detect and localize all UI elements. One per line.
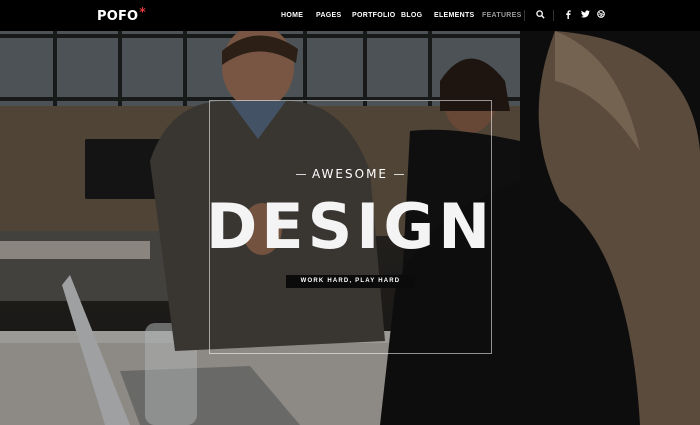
dribbble-icon[interactable] xyxy=(596,10,606,21)
nav-item-features[interactable]: FEATURES xyxy=(482,11,522,21)
hero-tagline: WORK HARD, PLAY HARD xyxy=(286,275,415,288)
hero-kicker-text: AWESOME xyxy=(312,167,388,181)
nav-item-blog[interactable]: BLOG xyxy=(401,11,422,21)
nav-item-elements[interactable]: ELEMENTS xyxy=(434,11,475,21)
hero-kicker: AWESOME xyxy=(0,167,700,181)
logo[interactable]: POFO* xyxy=(97,5,146,24)
hero-section: AWESOME DESIGN WORK HARD, PLAY HARD xyxy=(0,31,700,425)
nav-item-home[interactable]: HOME xyxy=(281,11,303,21)
logo-text: POFO xyxy=(97,9,139,24)
top-navigation-bar: POFO* HOME PAGES PORTFOLIO BLOG ELEMENTS… xyxy=(0,0,700,31)
logo-star-mark: * xyxy=(139,5,146,19)
search-icon[interactable] xyxy=(535,10,545,21)
nav-divider xyxy=(524,10,525,21)
hero-headline: DESIGN xyxy=(205,190,495,263)
kicker-line-left xyxy=(296,174,306,175)
facebook-icon[interactable] xyxy=(563,10,573,21)
nav-item-pages[interactable]: PAGES xyxy=(316,11,342,21)
icons-divider xyxy=(553,10,554,21)
twitter-icon[interactable] xyxy=(580,10,590,21)
kicker-line-right xyxy=(394,174,404,175)
nav-item-portfolio[interactable]: PORTFOLIO xyxy=(352,11,396,21)
